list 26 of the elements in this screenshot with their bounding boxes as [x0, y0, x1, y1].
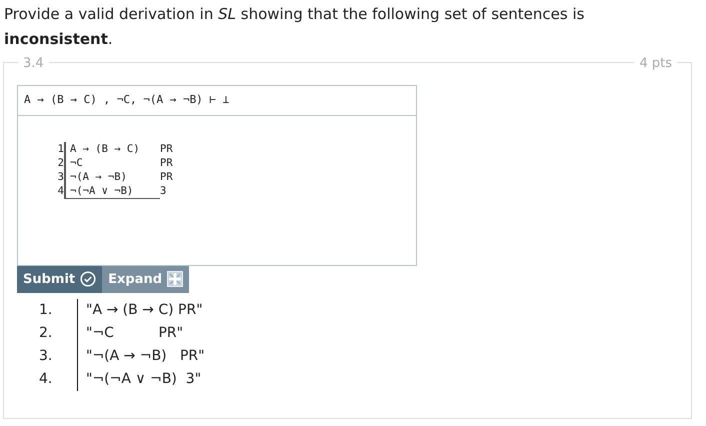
argument-field[interactable]: A → (B → C) , ¬C, ¬(A → ¬B) ⊢ ⊥	[18, 86, 416, 116]
expand-icon	[167, 271, 184, 288]
justification: PR	[160, 170, 173, 184]
list-number: 4.	[39, 370, 54, 389]
line-number: 2	[56, 156, 64, 170]
line-number: 1	[56, 142, 64, 156]
submit-button[interactable]: Submit	[17, 266, 102, 293]
line-number: 4	[56, 184, 64, 198]
list-number: 2.	[39, 324, 54, 343]
justification: 3	[160, 184, 166, 198]
question-text: Provide a valid derivation in SL showing that the following set of sentences is inconsistent.	[4, 4, 586, 50]
proof-formula: ¬(A → ¬B)	[64, 170, 160, 184]
output-line: "¬C PR"	[77, 322, 184, 345]
list-number: 1.	[39, 301, 54, 320]
proof-formula: A → (B → C)	[64, 142, 160, 156]
proof-formula: ¬C	[64, 156, 160, 170]
proof-formula: ¬(¬A ∨ ¬B)	[64, 184, 160, 198]
justification: PR	[160, 156, 173, 170]
output-line: "¬(A → ¬B) PR"	[77, 345, 205, 368]
output-line: "A → (B → C) PR"	[77, 299, 203, 322]
line-number: 3	[56, 170, 64, 184]
justification: PR	[160, 142, 173, 156]
list-number: 3.	[39, 347, 54, 366]
proof-editor[interactable]: 1 A → (B → C) PR 2 ¬C PR 3 ¬(A → ¬B) PR 4 ¬(¬A ∨ ¬B) 3	[18, 116, 416, 264]
output-line: "¬(¬A ∨ ¬B) 3"	[77, 368, 202, 391]
check-circle-icon	[80, 271, 96, 288]
